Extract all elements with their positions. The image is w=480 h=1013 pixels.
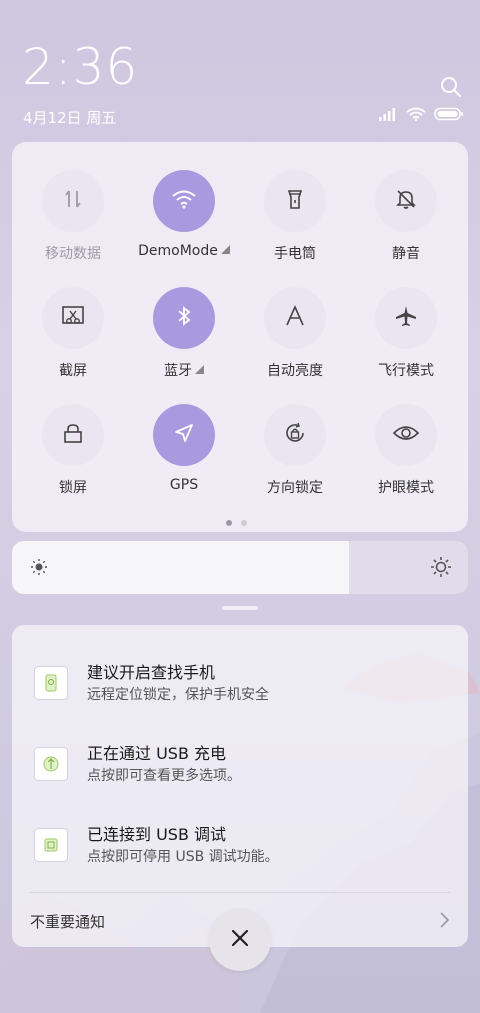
notification-panel: 建议开启查找手机 远程定位锁定，保护手机安全 正在通过 USB 充电 点按即可查…: [12, 625, 468, 947]
page-dot-active: [226, 520, 232, 526]
unimportant-notifications-link[interactable]: 不重要通知: [30, 911, 105, 932]
status-icons: [378, 106, 464, 125]
tile-label: 移动数据: [45, 246, 101, 262]
clock: 2:36: [22, 38, 139, 96]
tile-label: 锁屏: [59, 480, 87, 496]
tile-circle[interactable]: [264, 404, 326, 466]
quick-settings-panel: 移动数据 DemoMode 手电筒 静音 截屏 蓝牙 自动亮度 飞行模式 锁屏 …: [12, 142, 468, 532]
notification-title: 已连接到 USB 调试: [87, 825, 227, 844]
tile-label: 自动亮度: [267, 363, 323, 379]
tile-bluetooth[interactable]: 蓝牙: [127, 287, 241, 380]
mute-icon: [395, 188, 417, 214]
brightness-fill: [12, 541, 350, 594]
page-indicator: [226, 520, 247, 526]
tile-label: 静音: [392, 246, 420, 262]
tile-label: GPS: [169, 477, 199, 493]
search-icon[interactable]: [440, 76, 462, 102]
tile-label: 方向锁定: [267, 480, 323, 496]
mobile-data-icon: [62, 188, 84, 214]
tile-label: 护眼模式: [378, 480, 434, 496]
bluetooth-icon: [175, 305, 193, 331]
tile-label: 截屏: [59, 363, 87, 379]
notification-subtitle: 点按即可查看更多选项。: [87, 768, 241, 784]
clear-all-button[interactable]: [209, 909, 271, 971]
tile-circle[interactable]: [375, 287, 437, 349]
tile-label: 蓝牙: [127, 360, 241, 380]
eye-icon: [392, 423, 420, 447]
drag-handle[interactable]: [222, 606, 258, 610]
flashlight-icon: [284, 187, 306, 215]
notification-item[interactable]: 正在通过 USB 充电 点按即可查看更多选项。: [12, 736, 468, 806]
usb-debug-icon: [34, 828, 68, 862]
date: 4月12日 周五: [23, 109, 117, 127]
tile-circle[interactable]: [153, 170, 215, 232]
gps-icon: [173, 422, 195, 448]
battery-icon: [434, 106, 464, 125]
brightness-high-icon: [430, 556, 452, 582]
notification-subtitle: 点按即可停用 USB 调试功能。: [87, 849, 279, 865]
brightness-low-icon: [30, 558, 48, 580]
bluetooth-label: 蓝牙: [164, 363, 192, 379]
wifi-icon: [171, 188, 197, 214]
tile-circle[interactable]: [42, 287, 104, 349]
tile-gps[interactable]: GPS: [127, 404, 241, 493]
tile-circle[interactable]: [42, 170, 104, 232]
rotation-lock-icon: [283, 421, 307, 449]
tile-airplane[interactable]: 飞行模式: [349, 287, 463, 380]
tile-circle[interactable]: [375, 170, 437, 232]
tile-mute[interactable]: 静音: [349, 170, 463, 263]
tile-label: DemoMode: [127, 243, 241, 259]
tile-circle[interactable]: [42, 404, 104, 466]
dropdown-triangle-icon: [220, 245, 230, 254]
tile-screenshot[interactable]: 截屏: [16, 287, 130, 380]
tile-rotation-lock[interactable]: 方向锁定: [238, 404, 352, 497]
wifi-status-icon: [406, 106, 426, 125]
auto-brightness-icon: [284, 305, 306, 331]
tile-circle[interactable]: [264, 287, 326, 349]
page-dot: [241, 520, 247, 526]
find-phone-icon: [34, 666, 68, 700]
notification-item[interactable]: 建议开启查找手机 远程定位锁定，保护手机安全: [12, 655, 468, 725]
tile-label: 飞行模式: [378, 363, 434, 379]
signal-icon: [378, 106, 398, 125]
tile-flashlight[interactable]: 手电筒: [238, 170, 352, 263]
close-icon: [231, 929, 249, 951]
tile-circle[interactable]: [264, 170, 326, 232]
tile-wifi[interactable]: DemoMode: [127, 170, 241, 259]
notification-title: 建议开启查找手机: [87, 663, 216, 682]
divider: [30, 892, 450, 893]
tile-lock[interactable]: 锁屏: [16, 404, 130, 497]
airplane-icon: [394, 304, 418, 332]
notification-item[interactable]: 已连接到 USB 调试 点按即可停用 USB 调试功能。: [12, 817, 468, 887]
tile-label: 手电筒: [274, 246, 316, 262]
lock-icon: [62, 422, 84, 448]
notification-title: 正在通过 USB 充电: [87, 744, 227, 763]
tile-eye-care[interactable]: 护眼模式: [349, 404, 463, 497]
tile-circle[interactable]: [375, 404, 437, 466]
dropdown-triangle-icon: [195, 365, 204, 374]
usb-charging-icon: [34, 747, 68, 781]
chevron-right-icon[interactable]: [438, 911, 450, 933]
brightness-slider[interactable]: [12, 541, 468, 594]
notification-subtitle: 远程定位锁定，保护手机安全: [87, 687, 269, 703]
tile-circle[interactable]: [153, 404, 215, 466]
tile-auto-brightness[interactable]: 自动亮度: [238, 287, 352, 380]
screenshot-icon: [61, 305, 85, 331]
wifi-label: DemoMode: [138, 243, 218, 259]
tile-mobile-data[interactable]: 移动数据: [16, 170, 130, 263]
tile-circle[interactable]: [153, 287, 215, 349]
